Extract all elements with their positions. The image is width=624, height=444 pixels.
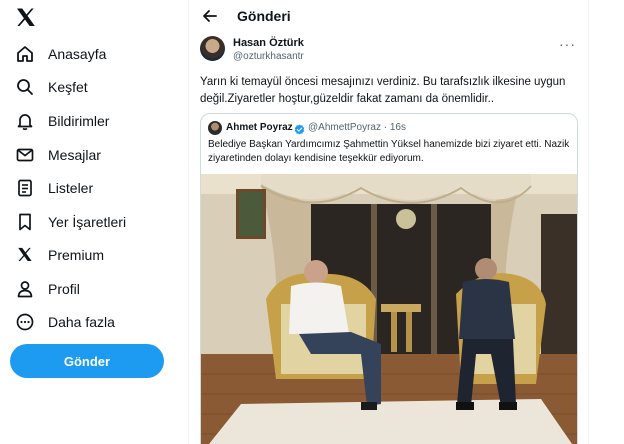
x-logo-icon	[14, 244, 36, 266]
author-handle[interactable]: @ozturkhasantr	[233, 51, 304, 62]
avatar[interactable]	[200, 36, 225, 61]
nav-label: Anasayfa	[48, 46, 107, 62]
side-navigation: Anasayfa Keşfet Bildirimler Mesajlar Lis…	[0, 0, 188, 444]
avatar	[208, 121, 222, 135]
nav-item-notifications[interactable]: Bildirimler	[14, 106, 109, 136]
nav-item-explore[interactable]: Keşfet	[14, 72, 88, 102]
verified-badge-icon	[294, 122, 305, 135]
bookmark-icon	[14, 211, 36, 233]
nav-label: Premium	[48, 247, 105, 263]
nav-item-profile[interactable]: Profil	[14, 274, 80, 304]
quote-author-name: Ahmet Poyraz	[226, 122, 293, 133]
back-arrow-icon[interactable]	[199, 5, 221, 27]
mail-icon	[14, 144, 36, 166]
author-name[interactable]: Hasan Öztürk	[233, 37, 304, 49]
nav-item-premium[interactable]: Premium	[14, 240, 104, 270]
nav-label: Yer İşaretleri	[48, 214, 127, 230]
nav-label: Mesajlar	[48, 147, 101, 163]
nav-label: Daha fazla	[48, 314, 115, 330]
x-logo-icon[interactable]	[14, 6, 38, 30]
nav-label: Listeler	[48, 180, 94, 196]
nav-label: Bildirimler	[48, 113, 110, 129]
more-options-icon[interactable]: ···	[559, 36, 576, 52]
nav-label: Keşfet	[48, 79, 88, 95]
home-icon	[14, 43, 36, 65]
nav-item-messages[interactable]: Mesajlar	[14, 140, 101, 170]
quote-time: 16s	[389, 122, 406, 133]
nav-item-more[interactable]: Daha fazla	[14, 307, 115, 337]
quote-photo[interactable]	[201, 174, 577, 444]
post-header: Gönderi	[189, 0, 588, 32]
nav-item-bookmarks[interactable]: Yer İşaretleri	[14, 207, 126, 237]
tweet-text: Yarın ki temayül öncesi mesajınızı verdi…	[200, 76, 566, 105]
page-title: Gönderi	[237, 8, 291, 24]
main-column: Gönderi Hasan Öztürk @ozturkhasantr ··· …	[188, 0, 589, 444]
post-button[interactable]: Gönder	[10, 344, 164, 378]
person-icon	[14, 278, 36, 300]
quote-text: Belediye Başkan Yardımcımız Şahmettin Yü…	[208, 139, 570, 164]
quote-author-meta: @AhmettPoyraz · 16s	[308, 122, 406, 133]
quoted-tweet[interactable]: Ahmet Poyraz @AhmettPoyraz · 16s Belediy…	[200, 113, 578, 444]
search-icon	[14, 76, 36, 98]
nav-label: Profil	[48, 281, 80, 297]
list-icon	[14, 177, 36, 199]
nav-item-lists[interactable]: Listeler	[14, 173, 93, 203]
bell-icon	[14, 110, 36, 132]
more-circle-icon	[14, 311, 36, 333]
nav-item-home[interactable]: Anasayfa	[14, 39, 106, 69]
quote-author-handle: @AhmettPoyraz	[308, 122, 381, 133]
